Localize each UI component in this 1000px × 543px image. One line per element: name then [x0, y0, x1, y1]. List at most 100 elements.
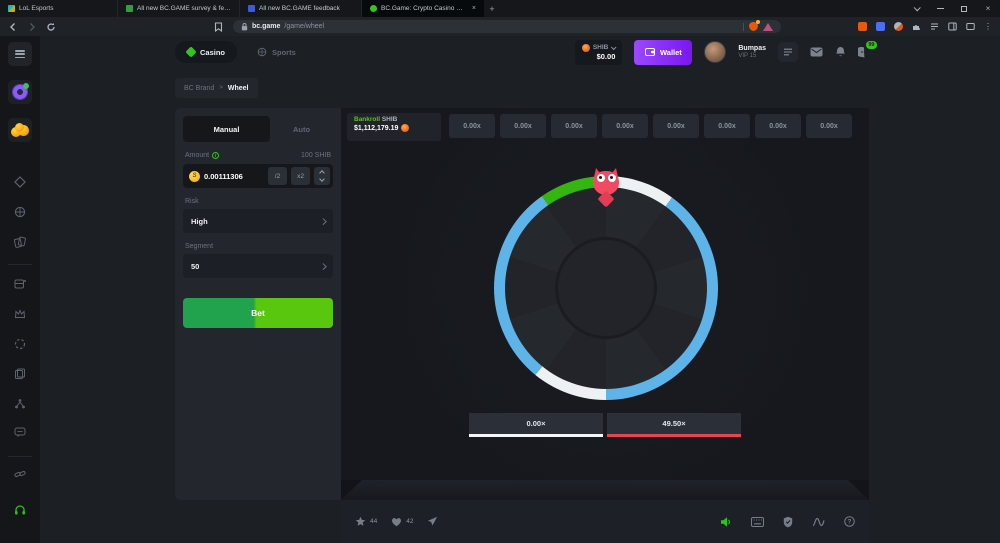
sidebar-divider: [8, 264, 32, 265]
sidebar-item-affiliate[interactable]: [14, 398, 26, 410]
sidebar-item-bonus[interactable]: [14, 338, 26, 350]
history-chip[interactable]: 0.00x: [704, 114, 750, 138]
back-icon[interactable]: [8, 22, 18, 32]
sidebar-item-lottery[interactable]: [8, 80, 32, 104]
sidebar-item-originals[interactable]: [14, 236, 26, 248]
history-chip[interactable]: 0.00x: [449, 114, 495, 138]
favorite-count: 44: [370, 518, 377, 525]
chevron-down-icon: [611, 44, 617, 50]
hotkeys-button[interactable]: [751, 517, 764, 527]
double-bet-button[interactable]: x2: [291, 167, 310, 185]
amount-stepper[interactable]: [314, 167, 330, 185]
tab-title: BC.Game: Crypto Casino Games &: [381, 5, 466, 12]
history-chip[interactable]: 0.00x: [602, 114, 648, 138]
wallet-label: Wallet: [660, 48, 682, 57]
sidebar-item-sports[interactable]: [14, 206, 26, 218]
inbox-button[interactable]: [810, 47, 823, 57]
multiplier-history: 0.00x 0.00x 0.00x 0.00x 0.00x 0.00x 0.00…: [449, 114, 852, 138]
url-extensions: [743, 22, 773, 31]
bell-icon: [835, 46, 846, 58]
half-bet-button[interactable]: /2: [268, 167, 287, 185]
amount-input[interactable]: S 0.00111306 /2 x2: [183, 164, 333, 188]
tab-sports[interactable]: Sports: [257, 47, 296, 57]
sound-toggle[interactable]: [720, 516, 732, 528]
favorite-control[interactable]: 44: [355, 516, 377, 527]
history-chip[interactable]: 0.00x: [755, 114, 801, 138]
share-button[interactable]: [427, 516, 438, 527]
segment-select[interactable]: 50: [183, 254, 333, 278]
wheel: [494, 176, 718, 400]
minimize-button[interactable]: [928, 0, 952, 17]
breadcrumb-brand[interactable]: BC Brand: [184, 85, 214, 92]
browser-tab-active[interactable]: BC.Game: Crypto Casino Games & ×: [362, 0, 484, 17]
tab-auto[interactable]: Auto: [270, 116, 333, 142]
browser-tab[interactable]: All new BC.GAME survey & feedback: [118, 0, 240, 17]
like-control[interactable]: 42: [391, 517, 413, 527]
sidebar-item-slots[interactable]: [14, 278, 26, 290]
browser-tab[interactable]: All new BC.GAME feedback: [240, 0, 362, 17]
user-name: Bumpas: [738, 45, 766, 52]
sidebar-item-rewards[interactable]: [8, 118, 32, 142]
restore-button[interactable]: [952, 0, 976, 17]
sidebar-item-refer[interactable]: [14, 468, 26, 480]
browser-tab[interactable]: LoL Esports: [0, 0, 118, 17]
info-icon[interactable]: i: [212, 152, 219, 159]
breadcrumb-current: Wheel: [228, 85, 249, 92]
send-icon: [427, 516, 438, 527]
sidebar-menu-button[interactable]: [8, 42, 32, 66]
history-chip[interactable]: 0.00x: [500, 114, 546, 138]
extension-icon[interactable]: [876, 22, 885, 31]
vip-progress-button[interactable]: [778, 42, 798, 62]
tab-close-icon[interactable]: ×: [470, 5, 476, 12]
adblock-shield-icon[interactable]: [749, 22, 758, 31]
extensions-puzzle-icon[interactable]: [912, 22, 921, 31]
downloads-icon[interactable]: [966, 22, 975, 31]
warning-triangle-icon[interactable]: [763, 23, 773, 31]
avatar[interactable]: [704, 41, 726, 63]
forward-icon[interactable]: [27, 22, 37, 32]
sidebar-item-casino[interactable]: [14, 176, 26, 188]
browser-dropdown-icon[interactable]: [904, 0, 928, 17]
amount-hint: 100 SHIB: [301, 152, 331, 159]
stepper-down-icon[interactable]: [319, 176, 325, 182]
sports-label: Sports: [272, 48, 296, 57]
notifications-button[interactable]: [835, 46, 846, 58]
user-info[interactable]: Bumpas VIP 15: [738, 45, 766, 59]
chat-unread-badge: 99: [866, 41, 877, 49]
sidebar-item-support[interactable]: [14, 504, 26, 516]
tab-casino[interactable]: Casino: [175, 41, 237, 63]
refresh-icon[interactable]: [46, 22, 56, 32]
tab-manual[interactable]: Manual: [183, 116, 270, 142]
help-button[interactable]: ?: [844, 516, 855, 527]
breadcrumb: BC Brand > Wheel: [175, 78, 258, 98]
history-chip[interactable]: 0.00x: [551, 114, 597, 138]
address-bar[interactable]: bc.game/game/wheel: [233, 20, 781, 33]
chat-button[interactable]: 99: [858, 47, 870, 58]
extension-icon[interactable]: [858, 22, 867, 31]
currency-selector[interactable]: SHIB $0.00: [575, 40, 623, 65]
stepper-up-icon[interactable]: [319, 170, 325, 176]
bookmark-icon[interactable]: [214, 22, 224, 32]
history-chip[interactable]: 0.00x: [806, 114, 852, 138]
wallet-button[interactable]: Wallet: [634, 40, 692, 65]
close-button[interactable]: ×: [976, 0, 1000, 17]
help-circle-icon: ?: [844, 516, 855, 527]
risk-select[interactable]: High: [183, 209, 333, 233]
fairness-button[interactable]: [783, 516, 793, 528]
extension-icon[interactable]: [894, 22, 903, 31]
bet-button[interactable]: Bet: [183, 298, 333, 328]
sidebar-item-forum[interactable]: [14, 426, 26, 438]
new-tab-button[interactable]: +: [484, 0, 500, 17]
browser-menu-icon[interactable]: ⋮: [984, 22, 992, 31]
divider: [743, 23, 744, 31]
sidebar-toggle-icon[interactable]: [948, 22, 957, 31]
reading-list-icon[interactable]: [930, 22, 939, 31]
casino-diamond-icon: [185, 46, 196, 57]
url-path: /game/wheel: [284, 23, 324, 30]
live-stats-button[interactable]: [812, 517, 825, 527]
history-chip[interactable]: 0.00x: [653, 114, 699, 138]
currency-code: SHIB: [593, 44, 609, 51]
sidebar-item-promotions[interactable]: [14, 368, 26, 380]
sidebar-item-vip-club[interactable]: [14, 308, 26, 320]
coin-icon: S: [189, 171, 200, 182]
